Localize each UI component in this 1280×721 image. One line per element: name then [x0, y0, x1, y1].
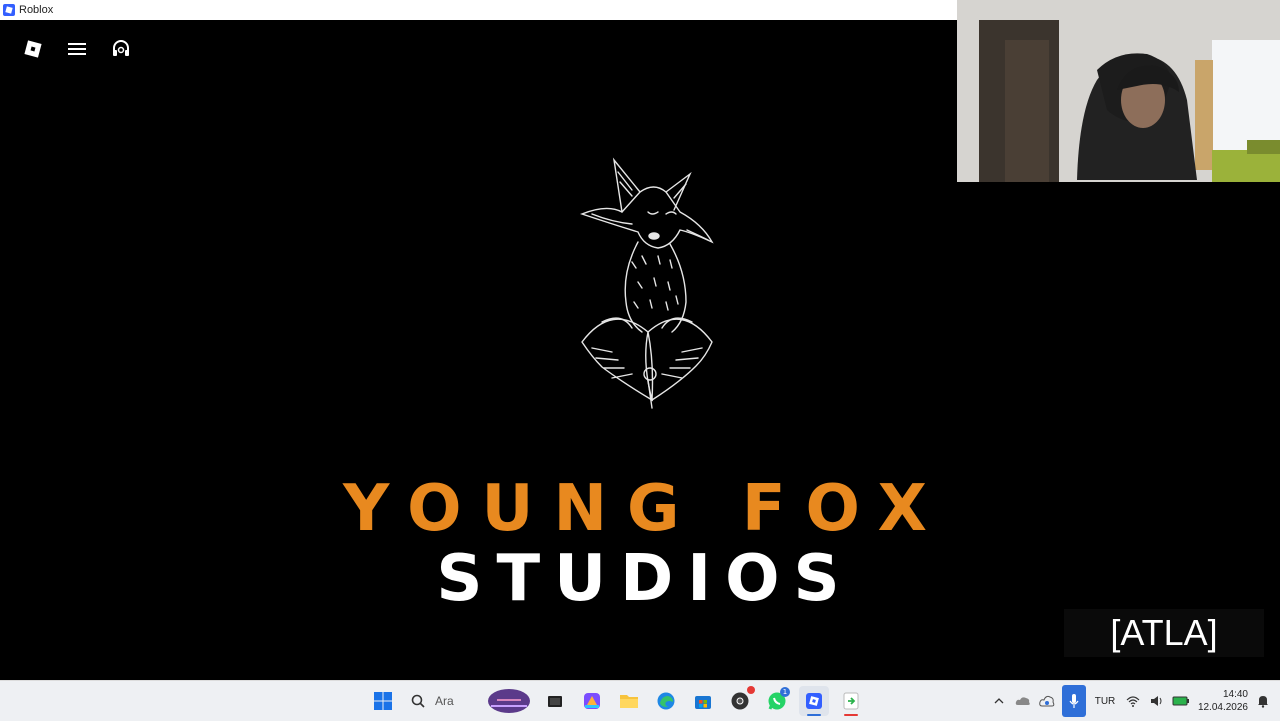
battery-charging-icon	[1172, 696, 1189, 706]
clock-date: 12.04.2026	[1197, 702, 1248, 713]
webcam-scene-image	[957, 0, 1280, 182]
tray-onedrive[interactable]	[1014, 692, 1032, 710]
taskbar-search[interactable]: Ara	[405, 686, 533, 716]
caption-overlay: [ATLA]	[1064, 609, 1264, 657]
microphone-button[interactable]	[1062, 685, 1086, 717]
tray-battery[interactable]	[1172, 692, 1190, 710]
brand-title-line2: STUDIOS	[436, 542, 854, 616]
copilot-icon	[584, 693, 600, 709]
taskbar-roblox[interactable]	[799, 686, 829, 716]
taskbar-clock[interactable]: 14:40 12.04.2026	[1196, 688, 1248, 714]
taskbar-apps: Ara 1	[368, 681, 866, 721]
system-tray: TUR 14:40 12.04.2026	[990, 681, 1272, 721]
taskbar-app[interactable]	[836, 686, 866, 716]
task-view-icon	[548, 696, 562, 707]
folder-icon	[620, 695, 638, 708]
whatsapp-unread-badge: 1	[780, 687, 790, 697]
taskbar-whatsapp[interactable]: 1	[762, 686, 792, 716]
menu-button[interactable]	[62, 34, 92, 64]
microphone-icon	[1069, 694, 1079, 708]
notification-dot	[747, 686, 755, 694]
windows-logo-icon	[374, 692, 392, 710]
tray-overflow-button[interactable]	[990, 692, 1008, 710]
headset-icon	[113, 40, 129, 56]
voice-chat-button[interactable]	[106, 34, 136, 64]
fox-logo-illustration	[579, 157, 714, 409]
clock-time: 14:40	[1222, 689, 1248, 700]
tray-volume[interactable]	[1148, 692, 1166, 710]
chevron-up-icon	[994, 698, 1004, 704]
taskbar-store[interactable]	[688, 686, 718, 716]
roblox-logo-button[interactable]	[18, 34, 48, 64]
start-button[interactable]	[368, 686, 398, 716]
cloud-icon	[1015, 697, 1030, 705]
cloud-shield-icon	[1039, 695, 1055, 707]
tray-vpn[interactable]	[1038, 692, 1056, 710]
roblox-icon	[806, 693, 822, 709]
roblox-topbar	[18, 34, 136, 64]
task-view-button[interactable]	[540, 686, 570, 716]
search-highlight-image	[488, 689, 530, 713]
app-icon	[843, 692, 859, 710]
menu-icon	[68, 43, 86, 55]
taskbar-edge[interactable]	[651, 686, 681, 716]
taskbar-copilot[interactable]	[577, 686, 607, 716]
tray-wifi[interactable]	[1124, 692, 1142, 710]
taskbar-file-explorer[interactable]	[614, 686, 644, 716]
search-icon	[411, 694, 425, 708]
window-title: Roblox	[19, 4, 54, 16]
windows-taskbar: Ara 1 TUR 14:40 12.04.2026	[0, 680, 1280, 721]
bell-icon	[1258, 696, 1268, 708]
brand-title-line1: YOUNG FOX	[343, 472, 947, 546]
store-icon	[695, 696, 711, 709]
edge-icon	[657, 692, 675, 710]
volume-icon	[1151, 696, 1162, 706]
wifi-icon	[1126, 696, 1140, 707]
active-indicator-red	[844, 714, 858, 716]
taskbar-chrome[interactable]	[725, 686, 755, 716]
roblox-logo-icon	[24, 40, 42, 58]
window-titlebar: Roblox	[0, 0, 957, 21]
search-placeholder: Ara	[435, 694, 454, 708]
language-indicator[interactable]: TUR	[1092, 696, 1118, 707]
roblox-app-icon	[3, 4, 15, 16]
notifications-button[interactable]	[1254, 692, 1272, 710]
webcam-overlay	[957, 0, 1280, 182]
active-indicator	[807, 714, 821, 716]
chrome-icon	[731, 692, 749, 710]
